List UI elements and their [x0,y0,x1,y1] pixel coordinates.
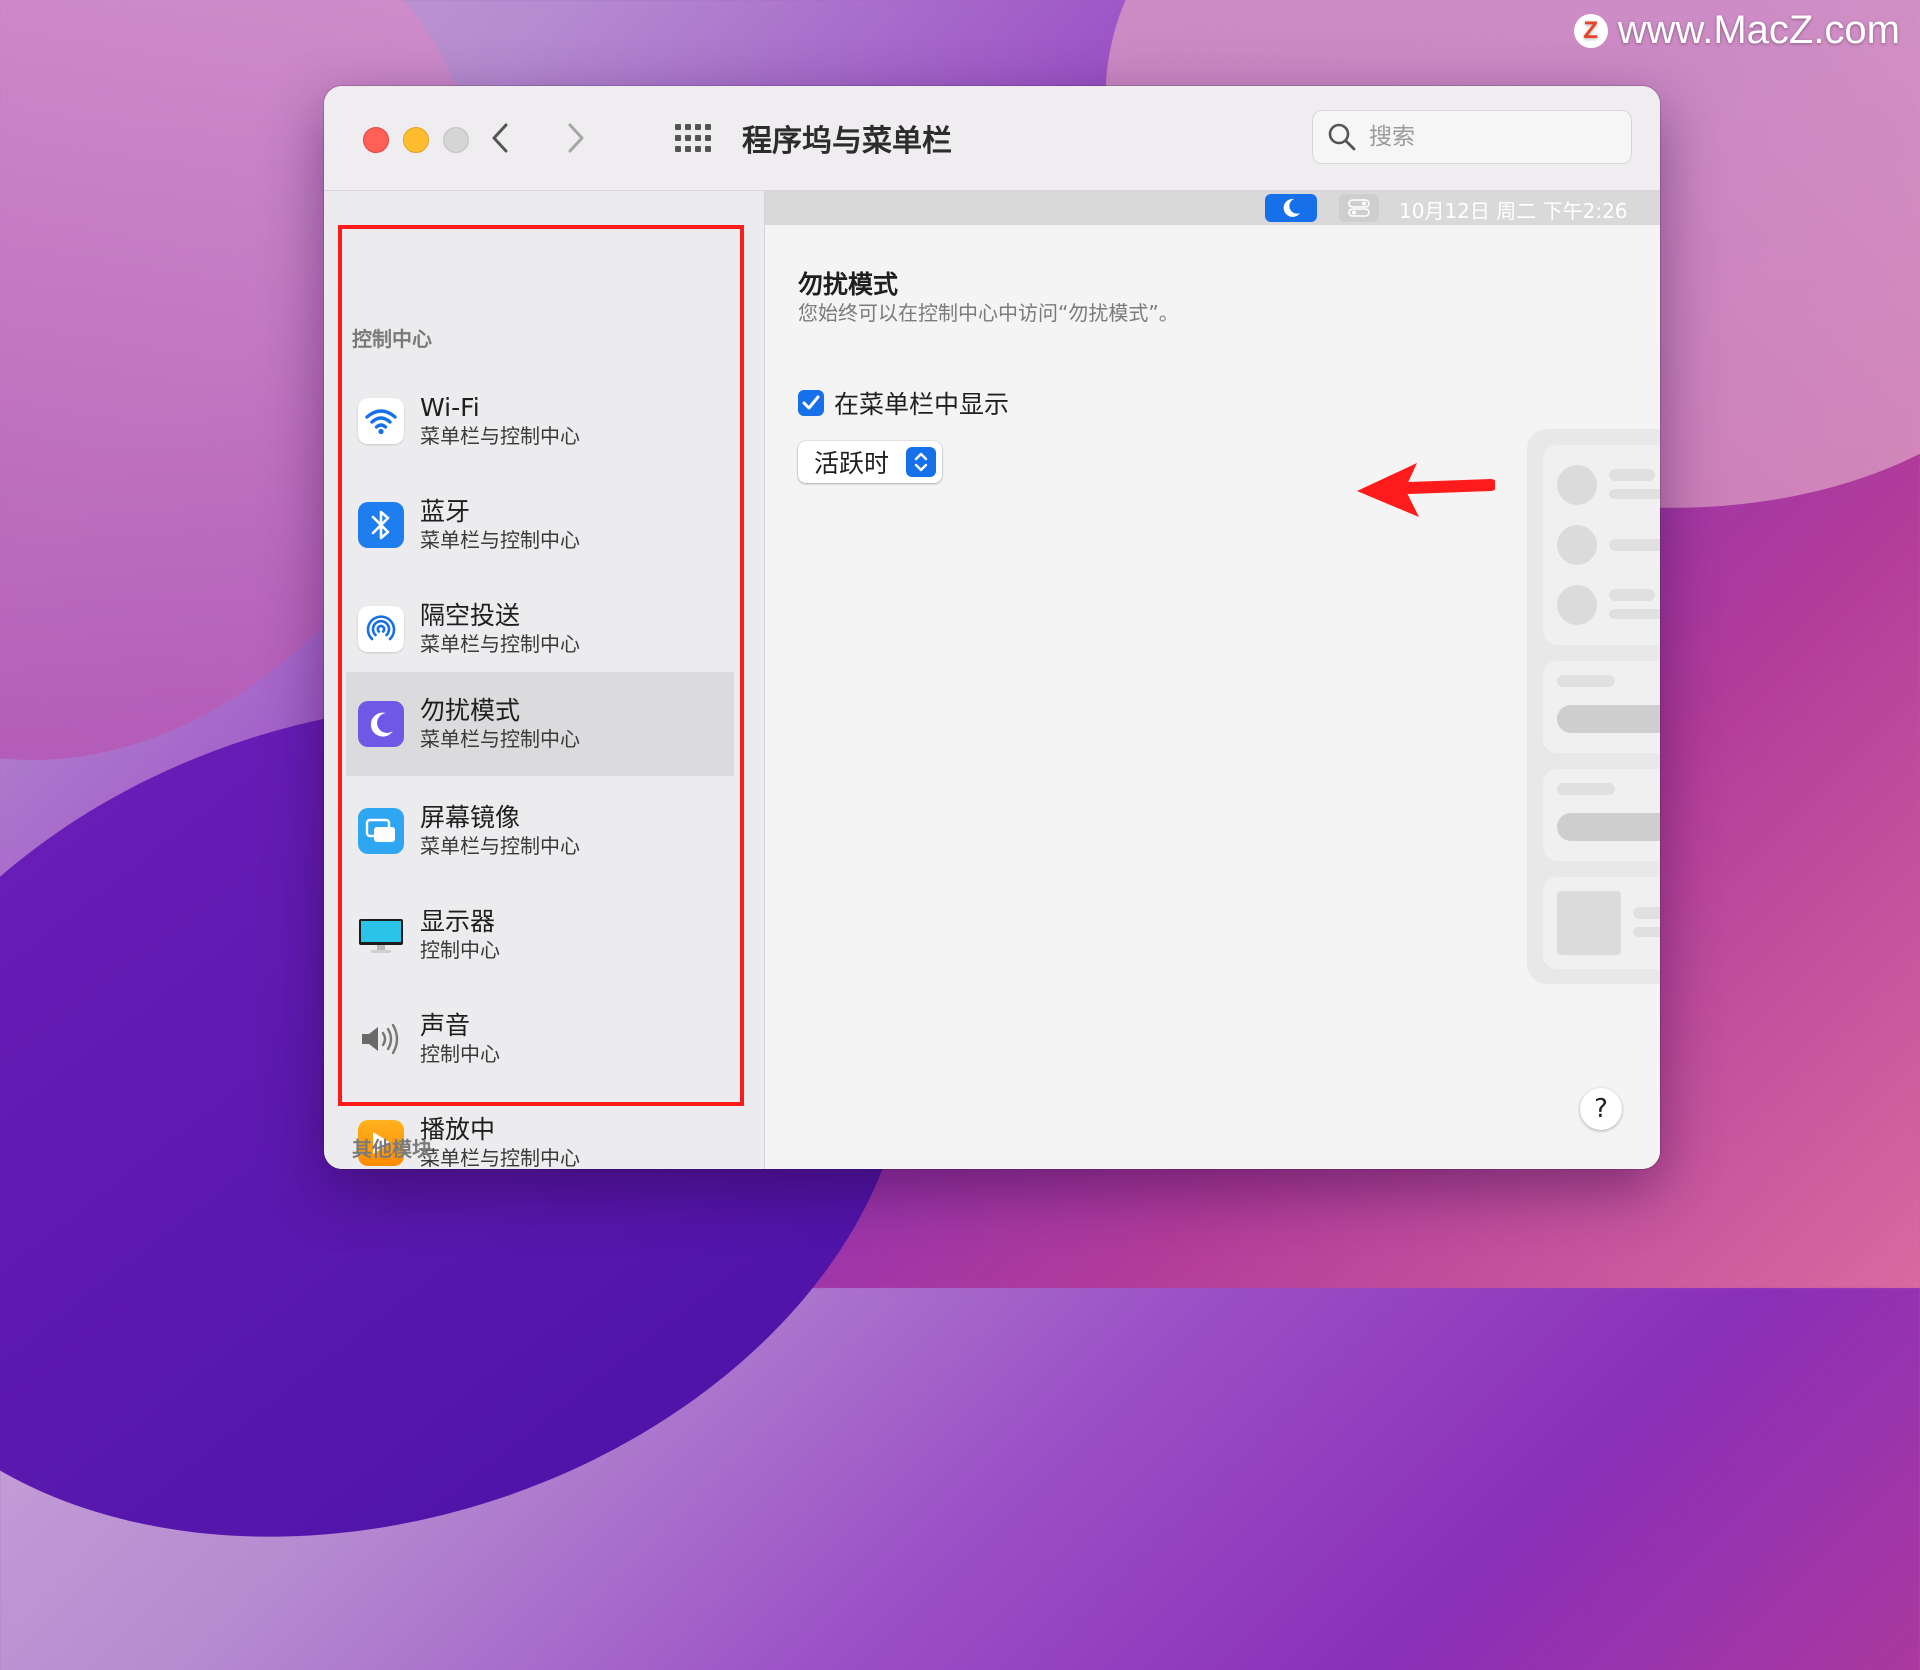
minimize-button[interactable] [403,127,429,153]
sidebar-item-label: 勿扰模式 [420,696,521,725]
chevron-up-down-icon [906,447,936,477]
sidebar-item-wifi[interactable]: Wi-Fi 菜单栏与控制中心 [346,370,734,472]
moon-icon [358,701,404,747]
chevron-left-icon [492,123,508,153]
sidebar-item-sublabel: 菜单栏与控制中心 [420,834,580,858]
sidebar-item-label: 蓝牙 [420,497,471,526]
bluetooth-icon [358,502,404,548]
control-center-icon [1339,194,1379,222]
sidebar-item-sound[interactable]: 声音 控制中心 [346,988,734,1090]
search-icon [1328,123,1356,151]
toolbar: 程序坞与菜单栏 [324,86,1660,191]
sidebar-item-do-not-disturb[interactable]: 勿扰模式 菜单栏与控制中心 [346,672,734,776]
checkbox-label: 在菜单栏中显示 [834,390,1010,419]
sidebar-item-label: 屏幕镜像 [420,803,521,832]
control-center-preview [1527,429,1660,984]
popup-selected-value: 活跃时 [814,449,890,478]
section-heading-other-modules: 其他模块 [352,1137,432,1161]
preview-sound-slider [1543,769,1660,861]
sidebar: 控制中心 Wi-Fi 菜单栏与控制中心 蓝牙 菜单栏与控制中心 隔空投送 菜单栏与控制… [324,191,765,1169]
red-arrow-annotation [1357,463,1495,517]
search-field[interactable] [1312,110,1632,164]
visibility-popup-menu[interactable]: 活跃时 [798,441,942,483]
sidebar-item-display[interactable]: 显示器 控制中心 [346,884,734,986]
search-input[interactable] [1367,123,1591,151]
sidebar-item-sublabel: 菜单栏与控制中心 [420,424,580,448]
forward-button[interactable] [554,114,598,162]
help-button[interactable]: ? [1580,1088,1622,1130]
system-preferences-window: 程序坞与菜单栏 控制中心 Wi-Fi菜单栏与控制中心 蓝牙菜单栏与控制中心 隔空… [324,86,1660,1169]
window-title: 程序坞与菜单栏 [742,124,952,159]
section-heading: 勿扰模式 [798,270,899,299]
sidebar-item-screen-mirroring[interactable]: 屏幕镜像 菜单栏与控制中心 [346,780,734,882]
menubar-clock: 10月12日 周二 下午2:26 [1399,199,1628,223]
watermark-logo: Z [1573,13,1608,48]
section-heading-control-center: 控制中心 [352,327,432,351]
sidebar-item-sublabel: 菜单栏与控制中心 [420,528,580,552]
sidebar-item-airdrop[interactable]: 隔空投送 菜单栏与控制中心 [346,578,734,680]
preview-display-slider [1543,661,1660,753]
section-description: 您始终可以在控制中心中访问“勿扰模式”。 [798,301,1179,325]
sidebar-item-bluetooth[interactable]: 蓝牙 菜单栏与控制中心 [346,474,734,576]
grid-icon [675,124,711,152]
show-in-menubar-checkbox[interactable]: 在菜单栏中显示 [798,385,1009,421]
show-all-button[interactable] [672,121,712,157]
sidebar-item-sublabel: 控制中心 [420,938,500,962]
preview-now-playing-card [1543,877,1660,969]
zoom-button[interactable] [443,127,469,153]
detail-pane: 10月12日 周二 下午2:26 勿扰模式 您始终可以在控制中心中访问“勿扰模式… [765,191,1660,1169]
display-icon [358,912,404,958]
airdrop-icon [358,606,404,652]
watermark: Z www.MacZ.com [1573,8,1900,53]
wifi-icon [358,398,404,444]
sidebar-item-label: 声音 [420,1011,471,1040]
back-button[interactable] [478,114,522,162]
close-button[interactable] [363,127,389,153]
sidebar-item-sublabel: 菜单栏与控制中心 [420,727,580,751]
preview-connectivity-card [1543,445,1660,645]
sidebar-item-sublabel: 控制中心 [420,1042,500,1066]
menubar-preview: 10月12日 周二 下午2:26 [765,191,1660,225]
watermark-text: www.MacZ.com [1617,8,1900,52]
chevron-right-icon [568,123,584,153]
sidebar-item-sublabel: 菜单栏与控制中心 [420,1146,580,1169]
sidebar-item-label: 播放中 [420,1115,496,1144]
speaker-icon [358,1016,404,1062]
menubar-moon-icon [1265,194,1317,222]
sidebar-item-label: Wi-Fi [420,393,480,422]
sidebar-item-sublabel: 菜单栏与控制中心 [420,632,580,656]
checkmark-icon [798,390,824,416]
screen-mirroring-icon [358,808,404,854]
sidebar-item-label: 显示器 [420,907,496,936]
sidebar-item-label: 隔空投送 [420,601,521,630]
